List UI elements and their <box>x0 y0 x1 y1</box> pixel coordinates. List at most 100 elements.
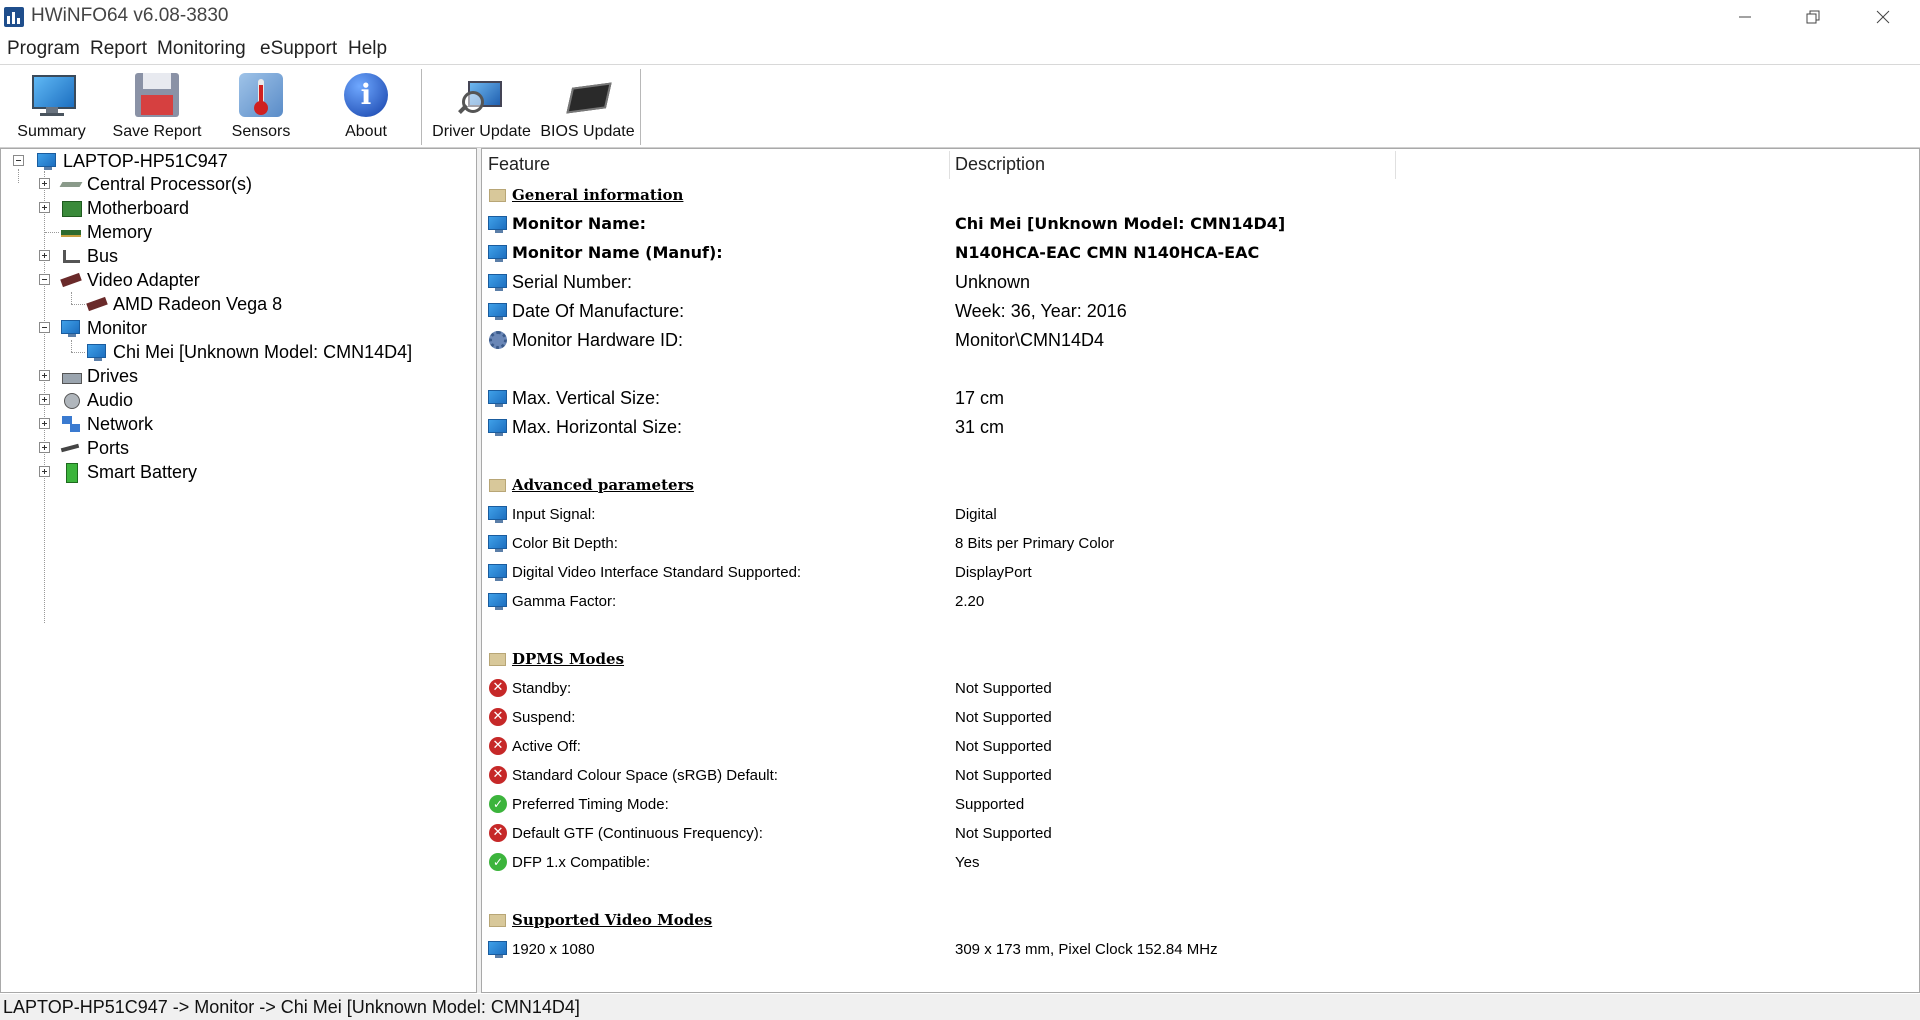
menu-monitoring[interactable]: Monitoring <box>157 38 246 60</box>
expand-toggle[interactable] <box>39 178 50 189</box>
monitor-icon <box>488 418 508 436</box>
feature-label: DPMS Modes <box>512 650 625 668</box>
detail-row[interactable]: Input Signal: Digital <box>482 500 1919 529</box>
detail-row[interactable]: ✕ Suspend: Not Supported <box>482 703 1919 732</box>
collapse-toggle[interactable] <box>39 274 50 285</box>
detail-row[interactable]: Max. Horizontal Size: 31 cm <box>482 413 1919 442</box>
spacer-row <box>482 355 1919 384</box>
section-header[interactable]: General information <box>482 181 1919 210</box>
feature-label: Gamma Factor: <box>512 593 617 610</box>
drive-icon <box>61 367 82 385</box>
hwinfo-app-icon <box>4 7 24 27</box>
description-value: N140HCA-EAC CMN N140HCA-EAC <box>955 243 1260 262</box>
detail-row[interactable]: Monitor Hardware ID: Monitor\CMN14D4 <box>482 326 1919 355</box>
tree-item-drives[interactable]: Drives <box>61 364 138 388</box>
description-value: Yes <box>955 854 980 871</box>
tree-item-network[interactable]: Network <box>61 412 153 436</box>
tree-item-label: Central Processor(s) <box>87 173 253 194</box>
bios-update-button[interactable]: BIOS Update <box>540 65 635 147</box>
tree-item-bus[interactable]: Bus <box>61 244 118 268</box>
tree-item-video-adapter[interactable]: Video Adapter <box>60 268 200 292</box>
description-value: Digital <box>955 506 997 523</box>
tree-item-central-processors[interactable]: Central Processor(s) <box>59 172 253 196</box>
description-value: Not Supported <box>955 709 1052 726</box>
device-tree[interactable]: LAPTOP-HP51C947 Central Processor(s) Mot… <box>0 148 477 993</box>
detail-row[interactable]: Monitor Name: Chi Mei [Unknown Model: CMN… <box>482 210 1919 239</box>
thermometer-icon <box>237 71 285 119</box>
monitor-icon <box>488 534 508 552</box>
tree-item-root[interactable]: LAPTOP-HP51C947 <box>37 149 228 173</box>
sensors-button[interactable]: Sensors <box>225 65 297 147</box>
restore-button[interactable] <box>1778 0 1848 34</box>
tree-item-chi-mei-monitor[interactable]: Chi Mei [Unknown Model: CMN14D4] <box>87 340 412 364</box>
tree-item-amd-radeon-vega-8[interactable]: AMD Radeon Vega 8 <box>86 292 282 316</box>
title-bar: HWiNFO64 v6.08-3830 <box>0 0 1920 34</box>
minimize-button[interactable] <box>1710 0 1780 34</box>
feature-label: Serial Number: <box>512 272 633 292</box>
feature-label: Standard Colour Space (sRGB) Default: <box>512 767 778 784</box>
supported-icon: ✓ <box>488 853 508 871</box>
menu-esupport[interactable]: eSupport <box>260 38 337 60</box>
monitor-icon <box>87 343 107 361</box>
about-button[interactable]: i About <box>330 65 402 147</box>
section-header[interactable]: Advanced parameters <box>482 471 1919 500</box>
tree-item-smart-battery[interactable]: Smart Battery <box>61 460 197 484</box>
collapse-toggle[interactable] <box>13 155 24 166</box>
expand-toggle[interactable] <box>39 370 50 381</box>
menu-report[interactable]: Report <box>90 38 147 60</box>
detail-row[interactable]: Serial Number: Unknown <box>482 268 1919 297</box>
detail-row[interactable]: 1920 x 1080 309 x 173 mm, Pixel Clock 152… <box>482 935 1919 964</box>
detail-row[interactable]: ✕ Active Off: Not Supported <box>482 732 1919 761</box>
expand-toggle[interactable] <box>39 442 50 453</box>
save-report-label: Save Report <box>112 123 202 140</box>
column-header: Feature Description <box>482 149 1919 181</box>
expand-toggle[interactable] <box>39 394 50 405</box>
monitor-icon <box>488 940 508 958</box>
detail-row[interactable]: ✕ Standard Colour Space (sRGB) Default: No… <box>482 761 1919 790</box>
detail-row[interactable]: ✓ DFP 1.x Compatible: Yes <box>482 848 1919 877</box>
tree-item-motherboard[interactable]: Motherboard <box>61 196 189 220</box>
expand-toggle[interactable] <box>39 418 50 429</box>
detail-row[interactable]: Date Of Manufacture: Week: 36, Year: 2016 <box>482 297 1919 326</box>
tree-item-label: Monitor <box>87 317 148 338</box>
collapse-toggle[interactable] <box>39 322 50 333</box>
bus-icon <box>61 247 81 265</box>
expand-toggle[interactable] <box>39 250 50 261</box>
detail-row[interactable]: ✕ Standby: Not Supported <box>482 674 1919 703</box>
expand-toggle[interactable] <box>39 202 50 213</box>
detail-row[interactable]: Color Bit Depth: 8 Bits per Primary Color <box>482 529 1919 558</box>
tree-item-label: LAPTOP-HP51C947 <box>63 150 228 171</box>
detail-row[interactable]: Monitor Name (Manuf): N140HCA-EAC CMN N14… <box>482 239 1919 268</box>
tree-item-monitor[interactable]: Monitor <box>61 316 147 340</box>
section-header[interactable]: DPMS Modes <box>482 645 1919 674</box>
detail-row[interactable]: Digital Video Interface Standard Support… <box>482 558 1919 587</box>
close-button[interactable] <box>1848 0 1918 34</box>
column-feature[interactable]: Feature <box>482 149 952 180</box>
tree-item-memory[interactable]: Memory <box>61 220 152 244</box>
detail-row[interactable]: ✓ Preferred Timing Mode: Supported <box>482 790 1919 819</box>
driver-update-label: Driver Update <box>432 123 531 140</box>
expand-toggle[interactable] <box>39 466 50 477</box>
tree-item-ports[interactable]: Ports <box>60 436 129 460</box>
motherboard-icon <box>61 199 82 217</box>
menu-help[interactable]: Help <box>348 38 387 60</box>
detail-row[interactable]: ✕ Default GTF (Continuous Frequency): Not … <box>482 819 1919 848</box>
description-value: Supported <box>955 796 1025 813</box>
save-report-button[interactable]: Save Report <box>113 65 201 147</box>
details-list[interactable]: Feature Description General information M… <box>481 148 1920 993</box>
menu-program[interactable]: Program <box>7 38 80 60</box>
status-path: LAPTOP-HP51C947 -> Monitor -> Chi Mei [U… <box>3 997 580 1017</box>
description-value: Unknown <box>955 272 1031 292</box>
tree-item-audio[interactable]: Audio <box>61 388 133 412</box>
detail-row[interactable]: Max. Vertical Size: 17 cm <box>482 384 1919 413</box>
not-supported-icon: ✕ <box>488 737 508 755</box>
driver-update-button[interactable]: Driver Update <box>432 65 531 147</box>
detail-row[interactable]: Gamma Factor: 2.20 <box>482 587 1919 616</box>
summary-button[interactable]: Summary <box>14 65 89 147</box>
folder-icon <box>488 911 508 929</box>
not-supported-icon: ✕ <box>488 766 508 784</box>
feature-label: Active Off: <box>512 738 581 755</box>
column-description[interactable]: Description <box>949 149 1449 180</box>
section-header[interactable]: Supported Video Modes <box>482 906 1919 935</box>
status-bar: LAPTOP-HP51C947 -> Monitor -> Chi Mei [U… <box>0 994 1920 1020</box>
